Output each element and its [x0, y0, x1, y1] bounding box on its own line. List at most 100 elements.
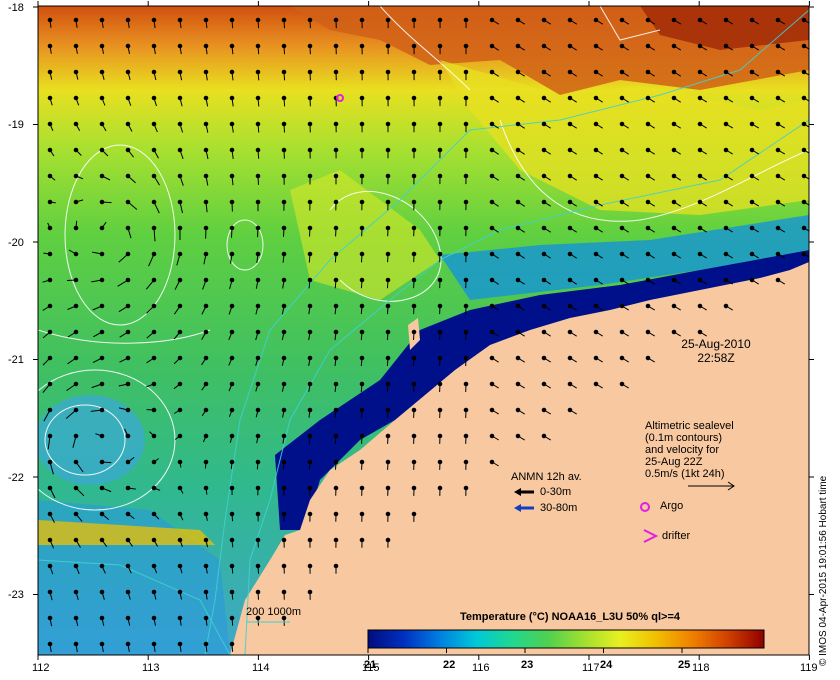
velocity-arrow-head — [463, 433, 469, 439]
velocity-arrow-head — [411, 147, 417, 153]
colorbar — [367, 629, 765, 649]
velocity-arrow-head — [697, 17, 703, 23]
velocity-arrow-head — [541, 329, 547, 335]
velocity-arrow-head — [73, 589, 79, 595]
velocity-arrow-head — [203, 485, 209, 491]
velocity-arrow-head — [99, 511, 105, 517]
velocity-arrow-head — [125, 199, 131, 205]
velocity-arrow-head — [47, 199, 53, 205]
velocity-arrow-head — [281, 121, 287, 127]
velocity-arrow-head — [489, 251, 495, 257]
velocity-arrow-head — [99, 225, 105, 231]
velocity-arrow-head — [515, 277, 521, 283]
velocity-arrow-head — [177, 251, 183, 257]
velocity-arrow-head — [307, 147, 313, 153]
velocity-arrow-head — [567, 69, 573, 75]
velocity-arrow-head — [203, 641, 209, 647]
velocity-arrow-head — [437, 121, 443, 127]
velocity-arrow-head — [359, 303, 365, 309]
velocity-arrow-head — [437, 199, 443, 205]
velocity-arrow-head — [515, 43, 521, 49]
velocity-arrow-head — [411, 43, 417, 49]
velocity-arrow-head — [99, 459, 105, 465]
velocity-arrow-head — [359, 199, 365, 205]
velocity-arrow-head — [411, 225, 417, 231]
velocity-arrow-head — [749, 69, 755, 75]
velocity-arrow-head — [281, 537, 287, 543]
velocity-arrow-head — [73, 43, 79, 49]
velocity-arrow-head — [255, 537, 261, 543]
velocity-arrow-head — [47, 485, 53, 491]
velocity-arrow-head — [177, 121, 183, 127]
velocity-arrow-head — [151, 459, 157, 465]
y-tick-label: -21 — [8, 354, 24, 366]
velocity-arrow-head — [255, 589, 261, 595]
velocity-arrow-head — [99, 43, 105, 49]
velocity-arrow-head — [385, 277, 391, 283]
velocity-arrow-head — [151, 95, 157, 101]
velocity-arrow-head — [151, 589, 157, 595]
velocity-arrow-head — [307, 589, 313, 595]
velocity-arrow-head — [749, 173, 755, 179]
velocity-arrow-head — [775, 95, 781, 101]
velocity-arrow-head — [333, 277, 339, 283]
y-tick-label: -19 — [8, 119, 24, 131]
velocity-arrow-head — [723, 17, 729, 23]
velocity-arrow-head — [463, 459, 469, 465]
velocity-arrow-head — [47, 511, 53, 517]
timestamp-date: 25-Aug-2010 — [681, 337, 751, 351]
velocity-arrow-head — [177, 589, 183, 595]
velocity-arrow-head — [255, 355, 261, 361]
velocity-arrow-head — [489, 459, 495, 465]
velocity-arrow-head — [359, 69, 365, 75]
velocity-arrow-head — [203, 43, 209, 49]
velocity-arrow-head — [541, 355, 547, 361]
velocity-arrow-head — [177, 537, 183, 543]
velocity-arrow-head — [385, 511, 391, 517]
velocity-arrow-head — [671, 329, 677, 335]
velocity-arrow-head — [645, 329, 651, 335]
velocity-arrow-head — [307, 121, 313, 127]
velocity-arrow-head — [775, 251, 781, 257]
velocity-arrow-head — [229, 485, 235, 491]
x-tick-label: 114 — [252, 662, 270, 674]
velocity-arrow-head — [359, 147, 365, 153]
velocity-arrow-head — [151, 615, 157, 621]
velocity-arrow-head — [73, 381, 79, 387]
velocity-arrow-head — [515, 199, 521, 205]
velocity-arrow-head — [775, 17, 781, 23]
velocity-arrow-head — [333, 147, 339, 153]
velocity-arrow-head — [411, 303, 417, 309]
velocity-arrow-head — [437, 17, 443, 23]
velocity-arrow-head — [203, 17, 209, 23]
velocity-arrow-head — [359, 459, 365, 465]
velocity-arrow-head — [151, 381, 157, 387]
velocity-arrow-head — [437, 433, 443, 439]
velocity-arrow-head — [307, 17, 313, 23]
colorbar-tick-label: 24 — [600, 659, 613, 671]
velocity-arrow-head — [177, 95, 183, 101]
velocity-arrow-head — [99, 433, 105, 439]
velocity-arrow-head — [333, 511, 339, 517]
velocity-arrow-head — [125, 355, 131, 361]
velocity-arrow-head — [203, 459, 209, 465]
velocity-arrow-head — [151, 251, 157, 257]
velocity-arrow-head — [281, 17, 287, 23]
velocity-arrow-head — [567, 95, 573, 101]
velocity-arrow-head — [255, 69, 261, 75]
velocity-arrow-head — [593, 303, 599, 309]
velocity-arrow-head — [567, 303, 573, 309]
velocity-arrow-head — [593, 381, 599, 387]
velocity-arrow-head — [515, 173, 521, 179]
velocity-arrow-head — [567, 381, 573, 387]
velocity-arrow-head — [775, 225, 781, 231]
velocity-arrow-head — [203, 147, 209, 153]
velocity-arrow-head — [47, 615, 53, 621]
velocity-arrow-head — [671, 147, 677, 153]
velocity-arrow-head — [463, 303, 469, 309]
velocity-arrow-head — [541, 121, 547, 127]
velocity-arrow-head — [125, 459, 131, 465]
velocity-arrow-head — [515, 407, 521, 413]
velocity-arrow-head — [307, 225, 313, 231]
velocity-arrow-head — [541, 17, 547, 23]
